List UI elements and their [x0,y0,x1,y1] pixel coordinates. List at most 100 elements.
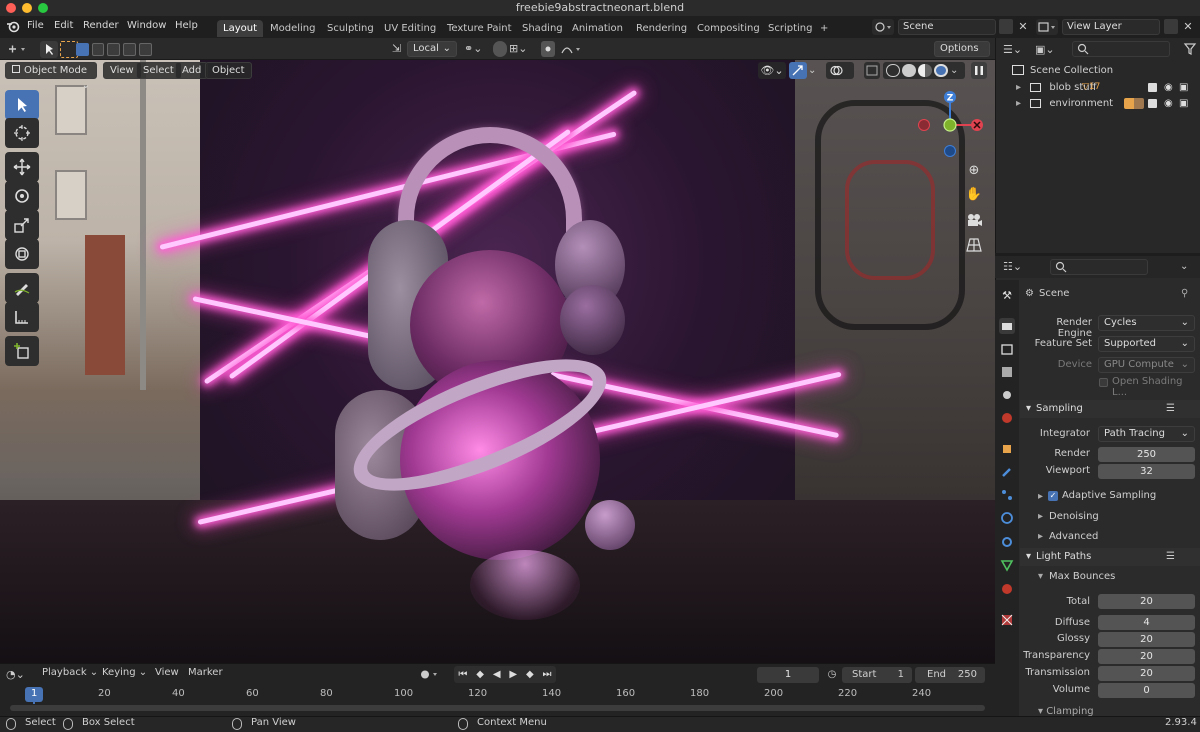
expand-arrow-icon[interactable]: ▸ [1016,98,1021,109]
adaptive-sampling-checkbox[interactable]: ✓ [1048,491,1058,501]
jump-to-keyframe-back-icon[interactable]: ◆ [476,669,484,680]
expand-arrow-icon[interactable]: ▸ [1038,511,1043,522]
playback-menu[interactable]: Playback ⌄ [42,667,98,678]
timeline-view-menu[interactable]: View [155,667,179,678]
measure-tool[interactable] [5,302,39,332]
tab-compositing[interactable]: Compositing [691,20,766,37]
pan-hand-icon[interactable]: ✋ [965,186,983,204]
particles-tab-icon[interactable] [999,487,1015,503]
mode-subtract-icon[interactable] [107,43,121,56]
outliner-editor-type-icon[interactable]: ☰⌄ [1003,42,1029,57]
menu-edit[interactable]: Edit [54,20,73,31]
jump-to-end-icon[interactable]: ⏭ [543,669,552,680]
feature-set-dropdown[interactable]: Supported ⌄ [1098,336,1195,352]
tab-uv-editing[interactable]: UV Editing [378,20,442,37]
preview-range-icon[interactable]: ◷ [824,667,840,683]
rotate-tool[interactable] [5,181,39,211]
max-bounces-subpanel[interactable]: Max Bounces [1049,571,1115,582]
pause-render-icon[interactable] [971,62,987,79]
select-box-tool[interactable] [5,90,39,120]
start-frame-field[interactable]: Start 1 [842,667,912,683]
remove-scene-icon[interactable]: ✕ [1016,19,1030,34]
editor-type-icon[interactable] [6,41,30,57]
new-view-layer-icon[interactable] [1164,19,1178,34]
overlays-icon[interactable] [826,62,854,79]
tab-animation[interactable]: Animation [566,20,629,37]
menu-render[interactable]: Render [83,20,119,31]
end-frame-field[interactable]: End 250 [915,667,985,683]
total-bounces-field[interactable]: 20 [1098,594,1195,609]
view-layer-field[interactable]: View Layer [1062,19,1160,35]
add-cube-tool[interactable] [5,336,39,366]
timeline-editor-type-icon[interactable]: ◔⌄ [6,667,32,682]
jump-to-keyframe-forward-icon[interactable]: ◆ [526,669,534,680]
constraints-tab-icon[interactable] [999,534,1015,550]
wireframe-shading-icon[interactable] [886,64,900,77]
transform-tool[interactable] [5,239,39,269]
view-layer-selector-icon[interactable] [1036,19,1058,35]
blender-logo-icon[interactable] [6,19,20,33]
material-tab-icon[interactable] [999,581,1015,597]
advanced-subpanel[interactable]: Advanced [1049,531,1098,542]
perspective-grid-icon[interactable] [965,236,983,254]
tab-scripting[interactable]: Scripting [762,20,818,37]
shading-dropdown-icon[interactable]: ⌄ [950,64,960,77]
tab-shading[interactable]: Shading [516,20,569,37]
pivot-point-icon[interactable]: ⚭⌄ [464,41,490,57]
presets-icon[interactable]: ☰ [1166,548,1175,566]
menu-help[interactable]: Help [175,20,198,31]
eye-icon[interactable]: ◉ [1164,80,1173,95]
scene-field[interactable]: Scene [898,19,996,35]
close-window-button[interactable] [6,3,16,13]
device-dropdown[interactable]: GPU Compute ⌄ [1098,357,1195,373]
zoom-window-button[interactable] [38,3,48,13]
menu-window[interactable]: Window [127,20,166,31]
transform-orientation-icon[interactable]: ⇲ [392,41,408,57]
sampling-panel-header[interactable]: ▾ Sampling ☰ [1020,400,1200,418]
options-dropdown[interactable]: Options⌄ [934,41,990,68]
gizmo-toggle-icon[interactable] [789,62,807,79]
object-mode-dropdown[interactable]: Object Mode ⌄ [5,62,97,91]
snap-target-icon[interactable]: ⊞⌄ [509,41,535,57]
properties-editor-type-icon[interactable]: ☷⌄ [1003,259,1029,274]
keying-menu[interactable]: Keying ⌄ [102,667,147,678]
checkbox-icon[interactable] [1148,99,1157,108]
physics-tab-icon[interactable] [999,510,1015,526]
new-scene-icon[interactable] [999,19,1013,34]
move-tool[interactable] [5,152,39,182]
outliner-row-blob-stuff[interactable]: ▸ blob stuff ▽17 ◉ ▣ [1016,80,1196,95]
scene-collection-row[interactable]: Scene Collection [1012,63,1192,78]
play-reverse-icon[interactable]: ◀ [493,669,501,680]
viewport-samples-field[interactable]: 32 [1098,464,1195,479]
add-menu[interactable]: Add [175,62,209,79]
light-paths-panel-header[interactable]: ▾ Light Paths ☰ [1020,548,1200,566]
annotate-tool[interactable] [5,273,39,303]
remove-view-layer-icon[interactable]: ✕ [1181,19,1195,34]
expand-arrow-icon[interactable]: ▸ [1038,491,1043,502]
tool-tab-icon[interactable]: ⚒ [999,288,1015,304]
timeline-scrollbar[interactable] [10,705,985,711]
tab-texture-paint[interactable]: Texture Paint [441,20,518,37]
transparency-bounces-field[interactable]: 20 [1098,649,1195,664]
render-engine-dropdown[interactable]: Cycles ⌄ [1098,315,1195,331]
scene-tab-icon[interactable] [999,387,1015,403]
camera-icon[interactable]: ▣ [1179,96,1188,111]
rendered-shading-icon[interactable] [934,64,948,77]
tab-modeling[interactable]: Modeling [264,20,322,37]
checkbox-icon[interactable] [1148,83,1157,92]
data-tab-icon[interactable] [999,557,1015,573]
falloff-icon[interactable] [560,41,584,57]
marker-menu[interactable]: Marker [188,667,223,678]
scene-selector-icon[interactable] [872,19,894,35]
presets-icon[interactable]: ☰ [1166,400,1175,418]
tab-layout[interactable]: Layout [217,20,263,37]
mode-invert-icon[interactable] [123,43,137,56]
render-samples-field[interactable]: 250 [1098,447,1195,462]
object-menu[interactable]: Object [205,62,252,79]
navigation-gizmo[interactable]: Z [912,88,988,158]
object-tab-icon[interactable] [999,441,1015,457]
snap-toggle-icon[interactable] [493,41,507,57]
menu-file[interactable]: File [27,20,44,31]
display-mode-icon[interactable]: ▣⌄ [1035,42,1061,57]
view-layer-tab-icon[interactable] [999,364,1015,380]
